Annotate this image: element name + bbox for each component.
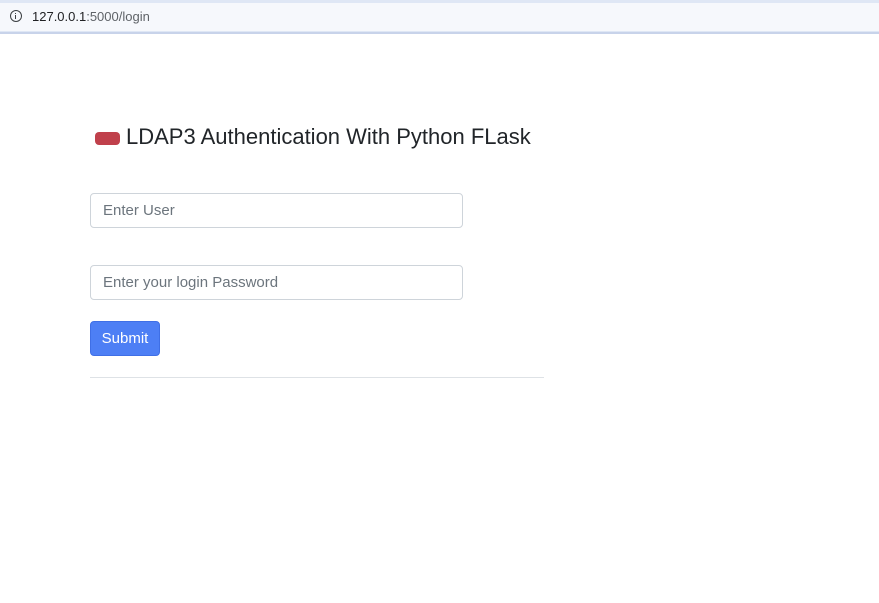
page-title: LDAP3 Authentication With Python FLask [126,124,531,149]
submit-button[interactable]: Submit [90,321,160,356]
badge-icon [95,132,120,145]
url-host: 127.0.0.1 [32,9,87,24]
address-bar[interactable]: 127.0.0.1:5000/login [0,3,879,31]
form-divider [90,377,544,378]
toolbar-divider [0,32,879,34]
info-icon[interactable] [10,10,22,22]
browser-toolbar: 127.0.0.1:5000/login [0,0,879,34]
password-input[interactable] [90,265,463,300]
url-path: :5000/login [86,9,150,24]
page-heading: LDAP3 Authentication With Python FLask [95,122,531,152]
username-input[interactable] [90,193,463,228]
url-text[interactable]: 127.0.0.1:5000/login [32,9,150,25]
